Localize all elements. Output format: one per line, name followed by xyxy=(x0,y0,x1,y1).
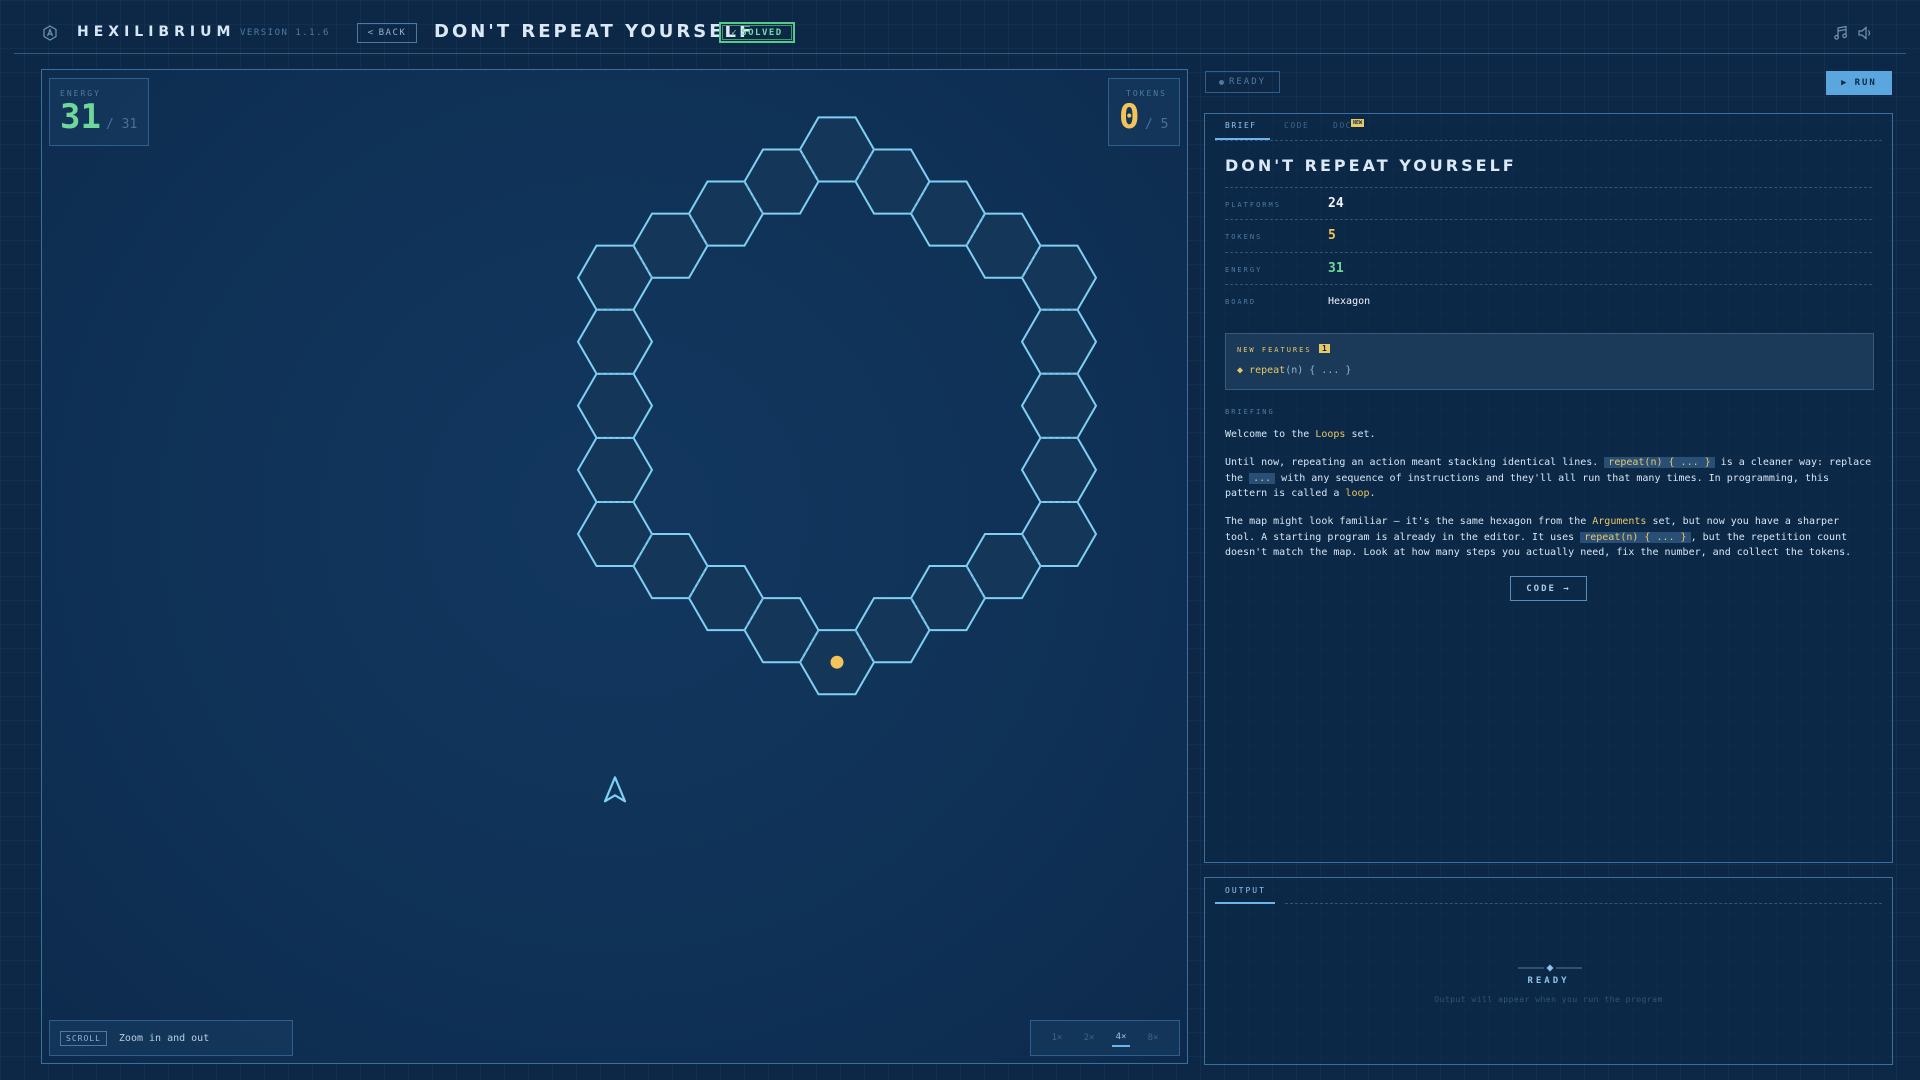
row-label: TOKENS xyxy=(1225,233,1263,241)
tab-doc[interactable]: DOC xyxy=(1333,121,1352,130)
row-value: Hexagon xyxy=(1328,296,1371,307)
row-value: 31 xyxy=(1328,261,1344,276)
new-features-box: NEW FEATURES 1 ◆ repeat(n) { ... } xyxy=(1225,333,1874,390)
game-panel[interactable]: ENERGY 31 / 31 TOKENS 0 / 5 SCROLL Zoom … xyxy=(41,69,1188,1064)
row-label: ENERGY xyxy=(1225,266,1263,274)
highlight: Arguments xyxy=(1592,516,1647,527)
app-title: HEXILIBRIUM xyxy=(77,24,236,40)
briefing-label: BRIEFING xyxy=(1225,408,1275,416)
tab-code[interactable]: CODE xyxy=(1284,121,1309,130)
solved-label: SOLVED xyxy=(741,27,783,38)
hex-tile[interactable] xyxy=(576,372,654,439)
hex-tile[interactable] xyxy=(1020,436,1098,503)
hex-tile[interactable] xyxy=(576,436,654,503)
zoom-option-8x[interactable]: 8× xyxy=(1144,1030,1163,1046)
text: The map might look familiar — it's the s… xyxy=(1225,516,1593,527)
stat-row-board: BOARD Hexagon xyxy=(1225,284,1872,317)
diamond-icon: ◆ xyxy=(1237,365,1244,376)
tab-output[interactable]: OUTPUT xyxy=(1225,886,1266,895)
info-panel: BRIEF CODE DOC NEW DON'T REPEAT YOURSELF… xyxy=(1204,113,1893,863)
briefing-paragraph-2: Until now, repeating an action meant sta… xyxy=(1225,455,1875,502)
logo-icon xyxy=(43,25,57,41)
volume-icon[interactable] xyxy=(1857,25,1873,41)
feature-item: ◆ repeat(n) { ... } xyxy=(1237,365,1351,376)
solved-badge: ✓ SOLVED xyxy=(719,22,795,43)
brief-title: DON'T REPEAT YOURSELF xyxy=(1225,156,1517,175)
stat-row-tokens: TOKENS 5 xyxy=(1225,219,1872,252)
token-icon xyxy=(830,655,844,669)
stat-row-energy: ENERGY 31 xyxy=(1225,252,1872,285)
arrow-up-icon xyxy=(603,776,627,803)
output-panel: OUTPUT READY Output will appear when you… xyxy=(1204,877,1893,1065)
hex-tile[interactable] xyxy=(576,308,654,375)
row-value: 5 xyxy=(1328,228,1336,243)
ready-indicator: READY xyxy=(1205,71,1280,93)
row-value: 24 xyxy=(1328,196,1344,211)
ready-label: READY xyxy=(1228,77,1267,87)
feature-keyword: repeat xyxy=(1249,365,1286,376)
feature-args: (n) { ... } xyxy=(1285,365,1352,376)
text: Until now, repeating an action meant sta… xyxy=(1225,457,1605,468)
version-label: VERSION 1.1.6 xyxy=(240,28,330,38)
scroll-key: SCROLL xyxy=(60,1030,107,1046)
code-snippet: ... xyxy=(1249,472,1276,484)
text: set. xyxy=(1345,429,1376,440)
zoom-option-1x[interactable]: 1× xyxy=(1048,1030,1067,1046)
tab-brief[interactable]: BRIEF xyxy=(1225,121,1257,130)
output-tab-underline xyxy=(1215,902,1275,904)
row-label: PLATFORMS xyxy=(1225,201,1281,209)
play-icon: ▶ xyxy=(1841,78,1849,88)
output-ready-label: READY xyxy=(1527,976,1570,986)
status-dot-icon xyxy=(1218,79,1224,85)
level-title: DON'T REPEAT YOURSELF xyxy=(434,21,755,42)
diamond-divider-icon xyxy=(1518,964,1582,972)
new-badge: NEW xyxy=(1351,119,1365,127)
zoom-selector: 1× 2× 4× 8× xyxy=(1030,1020,1180,1056)
run-label: RUN xyxy=(1854,78,1877,88)
top-bar: HEXILIBRIUM VERSION 1.1.6 < BACK DON'T R… xyxy=(0,0,1920,54)
chevron-left-icon: < xyxy=(367,28,375,38)
stat-row-platforms: PLATFORMS 24 xyxy=(1225,187,1872,220)
output-divider xyxy=(1285,903,1882,905)
briefing-paragraph-3: The map might look familiar — it's the s… xyxy=(1225,514,1875,561)
run-button[interactable]: ▶ RUN xyxy=(1826,71,1892,95)
back-label: BACK xyxy=(378,28,407,38)
features-count: 1 xyxy=(1319,344,1330,353)
music-icon[interactable] xyxy=(1833,25,1849,41)
scroll-hint: SCROLL Zoom in and out xyxy=(49,1020,293,1056)
tab-bar: BRIEF CODE DOC NEW xyxy=(1215,114,1882,141)
hex-tile[interactable] xyxy=(1020,308,1098,375)
zoom-option-2x[interactable]: 2× xyxy=(1080,1030,1099,1046)
hex-tile[interactable] xyxy=(1020,372,1098,439)
scroll-hint-text: Zoom in and out xyxy=(118,1032,210,1044)
output-hint: Output will appear when you run the prog… xyxy=(1434,995,1663,1004)
text: Welcome to the xyxy=(1225,429,1316,440)
text: with any sequence of instructions and th… xyxy=(1225,472,1830,500)
text: . xyxy=(1369,488,1376,499)
back-button[interactable]: < BACK xyxy=(357,23,417,43)
top-divider xyxy=(14,53,1906,54)
tab-underline xyxy=(1215,138,1270,140)
briefing-paragraph-1: Welcome to the Loops set. xyxy=(1225,427,1875,443)
row-label: BOARD xyxy=(1225,298,1257,306)
highlight: Loops xyxy=(1315,429,1346,440)
hex-board[interactable] xyxy=(42,70,1187,1063)
open-code-button[interactable]: CODE → xyxy=(1510,576,1587,601)
features-label: NEW FEATURES xyxy=(1237,346,1312,354)
code-snippet: repeat(n) { ... } xyxy=(1604,457,1715,468)
check-icon: ✓ xyxy=(731,27,739,38)
code-snippet: repeat(n) { ... } xyxy=(1580,531,1691,543)
zoom-option-4x[interactable]: 4× xyxy=(1111,1029,1131,1047)
highlight: loop xyxy=(1345,488,1370,499)
